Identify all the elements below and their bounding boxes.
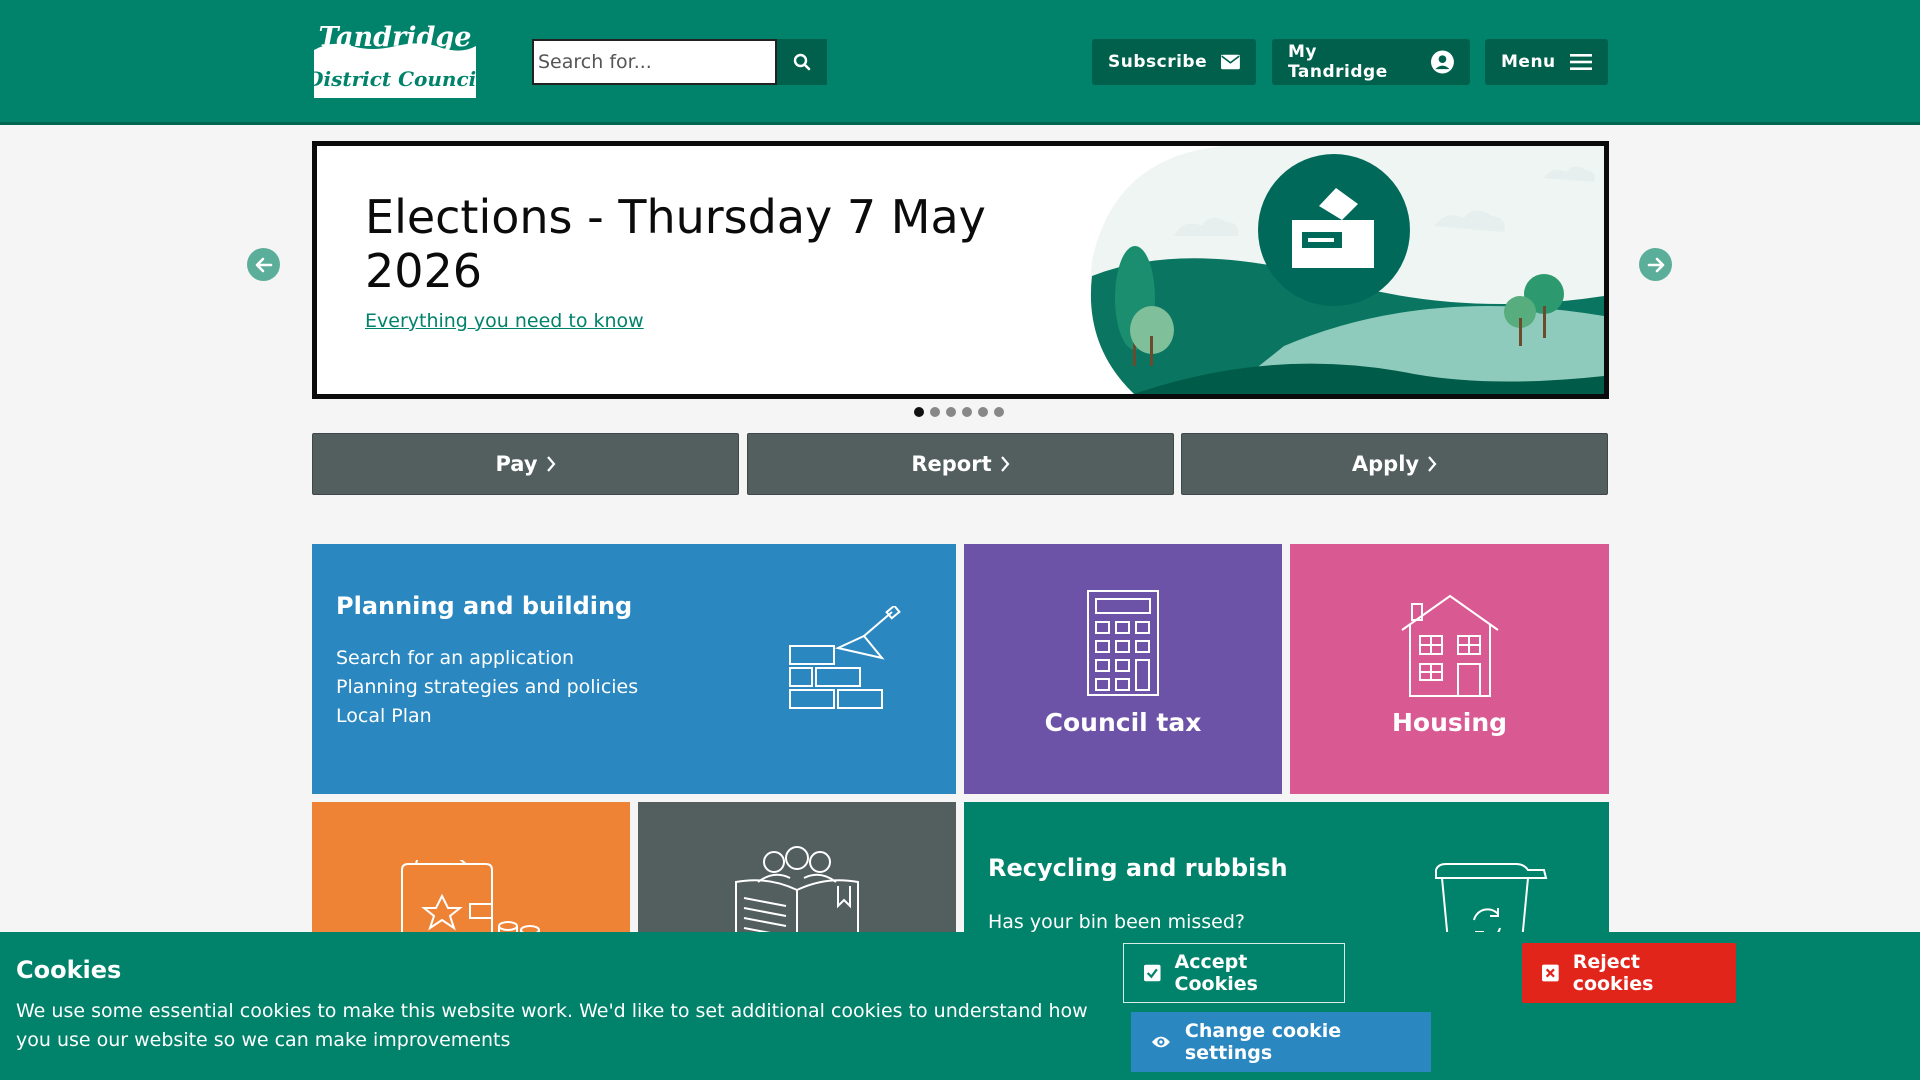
reject-cookies-label: Reject cookies bbox=[1572, 951, 1654, 995]
carousel-slide: Elections - Thursday 7 May 2026 Everythi… bbox=[312, 141, 1609, 399]
pay-label: Pay bbox=[495, 452, 538, 476]
reject-cookies-button[interactable]: Reject cookies bbox=[1522, 943, 1736, 1003]
council-tax-tile[interactable]: Council tax bbox=[964, 544, 1282, 794]
search-icon bbox=[793, 53, 811, 71]
eye-icon bbox=[1151, 1036, 1170, 1048]
apply-label: Apply bbox=[1351, 452, 1420, 476]
chevron-right-icon bbox=[1000, 456, 1010, 472]
envelope-icon bbox=[1221, 54, 1240, 70]
accept-cookies-label: Accept Cookies bbox=[1174, 951, 1258, 995]
logo-line1: Tandridge bbox=[319, 22, 472, 53]
user-circle-icon bbox=[1431, 50, 1454, 74]
change-cookie-settings-button[interactable]: Change cookie settings bbox=[1131, 1012, 1431, 1072]
x-square-icon bbox=[1542, 964, 1559, 982]
arrow-left-icon bbox=[255, 257, 272, 272]
subscribe-button[interactable]: Subscribe bbox=[1092, 39, 1256, 85]
carousel-dot[interactable] bbox=[946, 407, 956, 417]
banner-link[interactable]: Everything you need to know bbox=[365, 310, 644, 332]
carousel-dot[interactable] bbox=[978, 407, 988, 417]
housing-tile[interactable]: Housing bbox=[1290, 544, 1609, 794]
cookie-title: Cookies bbox=[16, 956, 122, 984]
people-reading-icon bbox=[735, 846, 859, 942]
chevron-right-icon bbox=[1428, 456, 1437, 472]
site-header: Tandridge District Council Subscribe My … bbox=[0, 0, 1920, 125]
planning-links: Search for an application Planning strat… bbox=[336, 644, 638, 731]
house-icon bbox=[1401, 594, 1499, 697]
planning-link[interactable]: Search for an application bbox=[336, 644, 638, 673]
bricks-trowel-icon bbox=[789, 606, 901, 709]
carousel-pagination bbox=[914, 407, 1004, 417]
arrow-right-icon bbox=[1647, 257, 1664, 272]
carousel-previous-button[interactable] bbox=[247, 248, 280, 281]
ballot-box-illustration bbox=[1074, 146, 1604, 394]
report-button[interactable]: Report bbox=[747, 433, 1174, 495]
carousel-next-button[interactable] bbox=[1639, 248, 1672, 281]
apply-button[interactable]: Apply bbox=[1181, 433, 1608, 495]
carousel-dot[interactable] bbox=[994, 407, 1004, 417]
menu-label: Menu bbox=[1501, 52, 1556, 72]
tandridge-logo[interactable]: Tandridge District Council bbox=[312, 22, 478, 98]
banner-title: Elections - Thursday 7 May 2026 bbox=[365, 190, 986, 298]
recycling-title: Recycling and rubbish bbox=[988, 854, 1288, 882]
accept-cookies-button[interactable]: Accept Cookies bbox=[1123, 943, 1345, 1003]
my-tandridge-button[interactable]: My Tandridge bbox=[1272, 39, 1470, 85]
pay-button[interactable]: Pay bbox=[312, 433, 739, 495]
carousel-dot[interactable] bbox=[914, 407, 924, 417]
report-label: Report bbox=[911, 452, 992, 476]
subscribe-label: Subscribe bbox=[1108, 52, 1208, 72]
calculator-icon bbox=[1087, 590, 1159, 696]
check-square-icon bbox=[1144, 964, 1161, 982]
search-bar bbox=[532, 39, 827, 85]
hamburger-icon bbox=[1569, 54, 1592, 70]
planning-link[interactable]: Planning strategies and policies bbox=[336, 673, 638, 702]
planning-tile[interactable]: Planning and building Search for an appl… bbox=[312, 544, 956, 794]
wallet-star-coins-icon bbox=[401, 860, 540, 940]
carousel-dot[interactable] bbox=[930, 407, 940, 417]
planning-title: Planning and building bbox=[336, 592, 633, 620]
change-cookie-settings-label: Change cookie settings bbox=[1184, 1020, 1342, 1064]
housing-title: Housing bbox=[1391, 708, 1508, 737]
my-tandridge-label: My Tandridge bbox=[1288, 42, 1388, 82]
search-button[interactable] bbox=[777, 39, 827, 85]
planning-link[interactable]: Local Plan bbox=[336, 702, 638, 731]
menu-button[interactable]: Menu bbox=[1485, 39, 1608, 85]
chevron-right-icon bbox=[546, 456, 555, 472]
carousel-dot[interactable] bbox=[962, 407, 972, 417]
search-input[interactable] bbox=[532, 39, 777, 85]
cookie-text: We use some essential cookies to make th… bbox=[16, 1000, 1088, 1051]
logo-line2: District Council bbox=[312, 67, 478, 91]
council-tax-title: Council tax bbox=[1044, 708, 1202, 737]
